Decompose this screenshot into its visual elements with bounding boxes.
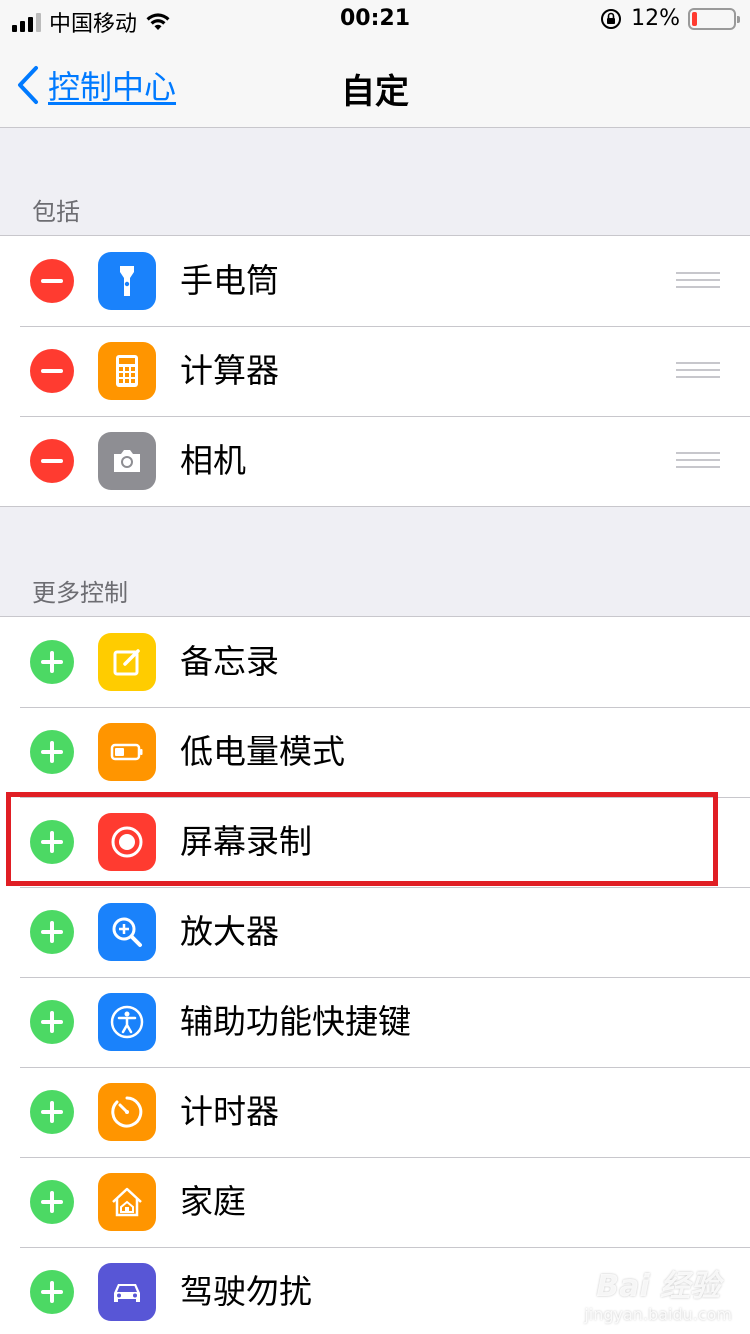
reorder-handle-icon[interactable] bbox=[676, 272, 720, 290]
list-item-home[interactable]: 家庭 bbox=[0, 1157, 750, 1247]
list-item-flashlight[interactable]: 手电筒 bbox=[0, 236, 750, 326]
list-item-notes[interactable]: 备忘录 bbox=[0, 617, 750, 707]
battery-level-fill bbox=[692, 11, 697, 26]
navigation-bar: 控制中心 自定 bbox=[0, 40, 750, 128]
list-item-magnifier[interactable]: 放大器 bbox=[0, 887, 750, 977]
add-button[interactable] bbox=[30, 730, 74, 774]
list-item-accessibility-shortcut[interactable]: 辅助功能快捷键 bbox=[0, 977, 750, 1067]
list-item-label: 计算器 bbox=[180, 351, 279, 390]
list-item-low-power-mode[interactable]: 低电量模式 bbox=[0, 707, 750, 797]
list-item-label: 驾驶勿扰 bbox=[180, 1272, 312, 1311]
highlight-box bbox=[6, 792, 718, 886]
list-item-label: 低电量模式 bbox=[180, 732, 345, 771]
watermark-logo: Bai 经验 bbox=[596, 1269, 721, 1304]
remove-button[interactable] bbox=[30, 259, 74, 303]
list-item-label: 备忘录 bbox=[180, 642, 279, 681]
add-button[interactable] bbox=[30, 1000, 74, 1044]
accessibility-icon bbox=[98, 993, 156, 1051]
add-button[interactable] bbox=[30, 1270, 74, 1314]
timer-icon bbox=[98, 1083, 156, 1141]
list-item-camera[interactable]: 相机 bbox=[0, 416, 750, 506]
section-header-included: 包括 bbox=[32, 198, 80, 226]
magnifier-icon bbox=[98, 903, 156, 961]
add-button[interactable] bbox=[30, 910, 74, 954]
watermark: Bai 经验 jingyan.baidu.com bbox=[584, 1261, 732, 1324]
remove-button[interactable] bbox=[30, 349, 74, 393]
battery-percent: 12% bbox=[631, 6, 680, 31]
more-controls-list: 备忘录 低电量模式 屏幕录制 放大器 辅助功能快捷键 计时器 家庭 驾驶勿扰 bbox=[0, 616, 750, 1334]
battery-icon bbox=[688, 7, 740, 30]
included-list: 手电筒 计算器 相机 bbox=[0, 235, 750, 507]
section-header-more-controls: 更多控制 bbox=[32, 579, 128, 607]
list-item-label: 辅助功能快捷键 bbox=[180, 1002, 411, 1041]
notes-icon bbox=[98, 633, 156, 691]
add-button[interactable] bbox=[30, 1180, 74, 1224]
low-power-icon bbox=[98, 723, 156, 781]
orientation-lock-icon bbox=[601, 8, 622, 29]
watermark-url: jingyan.baidu.com bbox=[584, 1305, 732, 1324]
status-bar: 中国移动 00:21 12% bbox=[0, 0, 750, 40]
list-item-label: 放大器 bbox=[180, 912, 279, 951]
home-icon bbox=[98, 1173, 156, 1231]
reorder-handle-icon[interactable] bbox=[676, 452, 720, 470]
add-button[interactable] bbox=[30, 1090, 74, 1134]
list-item-label: 相机 bbox=[180, 441, 246, 480]
car-icon bbox=[98, 1263, 156, 1321]
calculator-icon bbox=[98, 342, 156, 400]
list-item-label: 计时器 bbox=[180, 1092, 279, 1131]
list-item-calculator[interactable]: 计算器 bbox=[0, 326, 750, 416]
remove-button[interactable] bbox=[30, 439, 74, 483]
list-item-timer[interactable]: 计时器 bbox=[0, 1067, 750, 1157]
reorder-handle-icon[interactable] bbox=[676, 362, 720, 380]
flashlight-icon bbox=[98, 252, 156, 310]
list-item-label: 手电筒 bbox=[180, 261, 279, 300]
camera-icon bbox=[98, 432, 156, 490]
status-right: 12% bbox=[599, 6, 740, 31]
page-title: 自定 bbox=[341, 72, 409, 112]
add-button[interactable] bbox=[30, 640, 74, 684]
list-item-label: 家庭 bbox=[180, 1182, 246, 1221]
